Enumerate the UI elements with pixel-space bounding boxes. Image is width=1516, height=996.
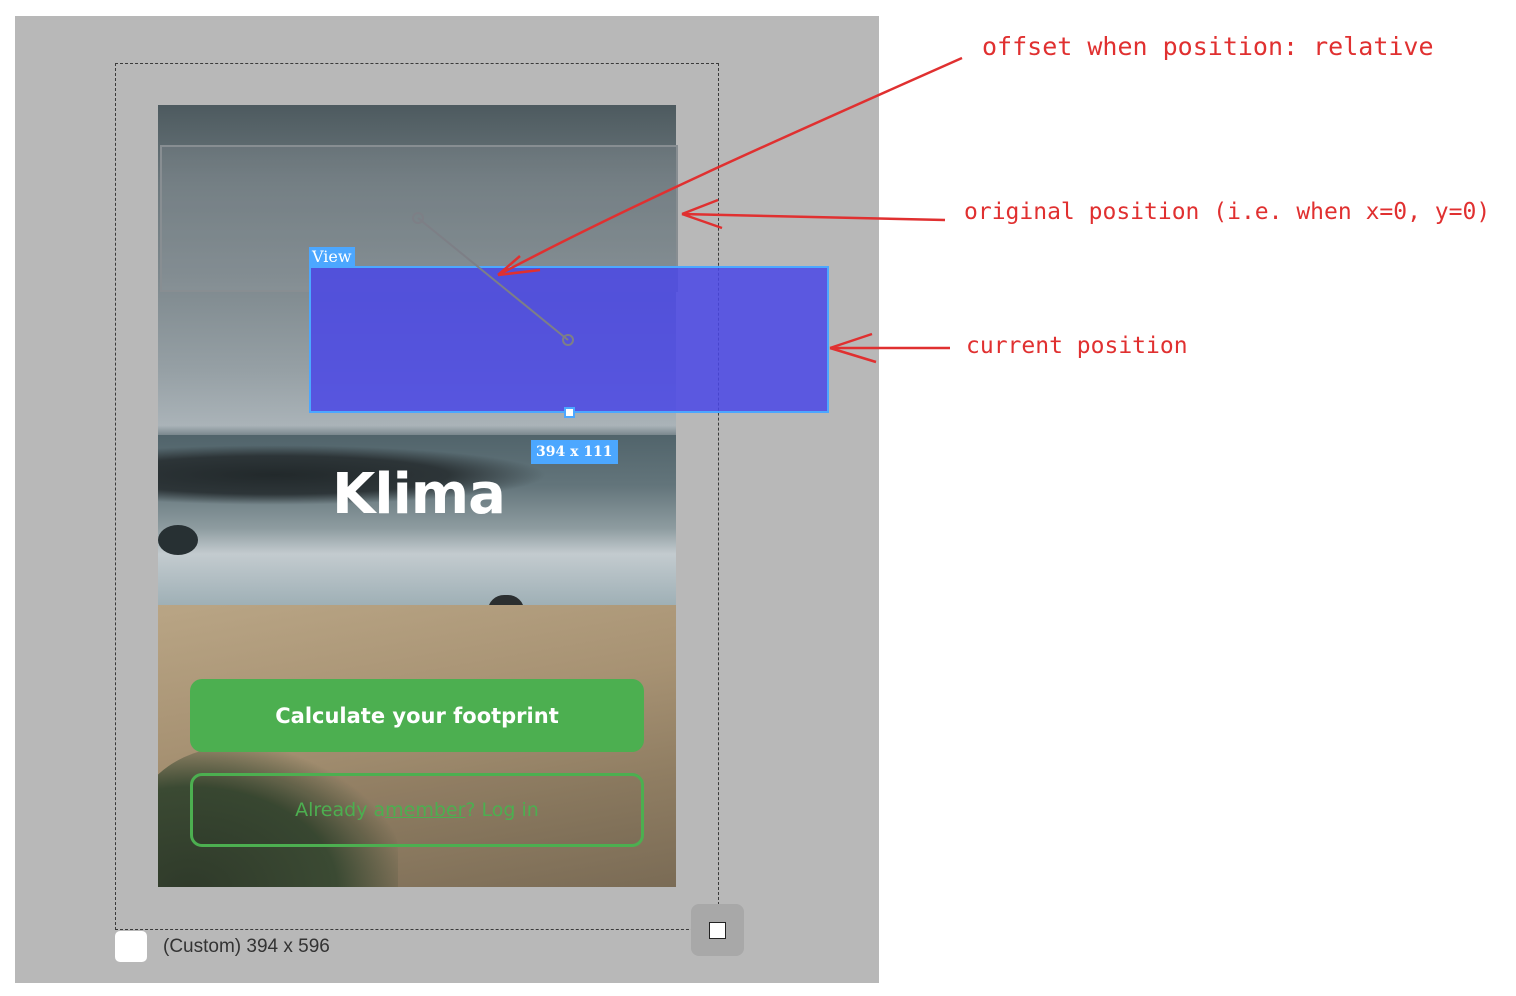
device-size-label: (Custom) 394 x 596 xyxy=(163,936,330,957)
selected-view-box[interactable] xyxy=(309,266,829,413)
app-title: Klima xyxy=(332,462,506,527)
calculate-footprint-button[interactable]: Calculate your footprint xyxy=(190,679,644,752)
frame-resize-handle[interactable] xyxy=(709,922,726,939)
offset-annotation: offset when position: relative xyxy=(982,32,1434,61)
resize-handle-bottom[interactable] xyxy=(564,407,575,418)
login-prefix: Already a xyxy=(295,799,386,821)
rock-decoration xyxy=(158,525,198,555)
original-position-annotation: original position (i.e. when x=0, y=0) xyxy=(964,199,1491,225)
current-position-annotation: current position xyxy=(966,333,1188,359)
member-link[interactable]: member xyxy=(385,799,465,821)
login-suffix: ? Log in xyxy=(465,799,539,821)
view-tag: View xyxy=(309,247,355,267)
login-button[interactable]: Already a member ? Log in xyxy=(190,773,644,847)
size-badge: 394 x 111 xyxy=(531,440,618,464)
device-toggle[interactable] xyxy=(115,931,147,962)
